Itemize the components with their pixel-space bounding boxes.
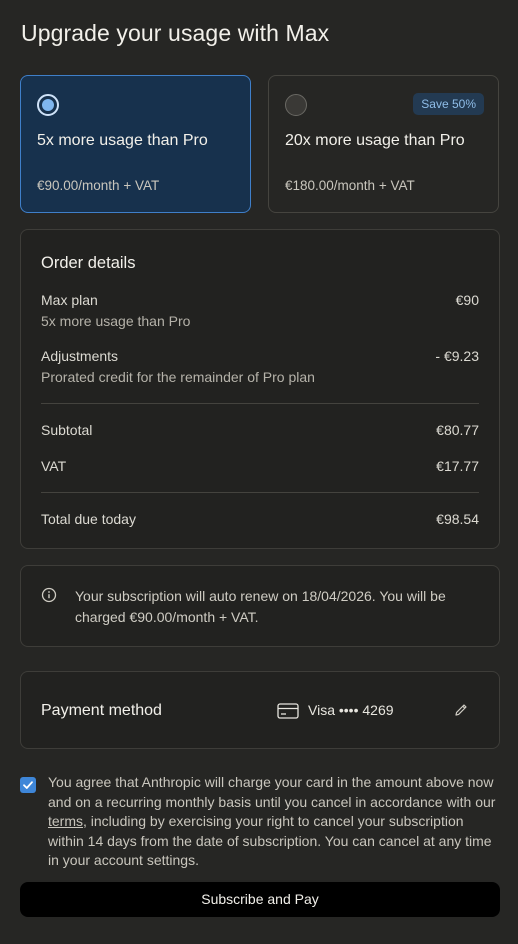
save-badge: Save 50% — [413, 93, 484, 115]
plan-name: 20x more usage than Pro — [285, 132, 465, 149]
renewal-notice-text: Your subscription will auto renew on 18/… — [75, 588, 446, 625]
total-label: Total due today — [41, 511, 136, 527]
renewal-notice: Your subscription will auto renew on 18/… — [20, 565, 500, 647]
adjustments-sub: Prorated credit for the remainder of Pro… — [41, 369, 315, 385]
consent-text-start: You agree that Anthropic will charge you… — [48, 774, 496, 810]
plan-name: 5x more usage than Pro — [37, 132, 208, 149]
vat-label: VAT — [41, 458, 67, 474]
adjustments-value: - €9.23 — [435, 348, 479, 364]
order-details-card: Order details Max plan €90 5x more usage… — [20, 229, 500, 549]
radio-selected[interactable] — [37, 94, 59, 116]
payment-method-label: Payment method — [41, 702, 162, 719]
plan-price: €90.00/month + VAT — [37, 178, 160, 193]
divider — [41, 403, 479, 404]
consent-checkbox[interactable] — [20, 777, 36, 793]
subtotal-value: €80.77 — [436, 422, 479, 438]
consent-text-end: , including by exercising your right to … — [48, 813, 492, 868]
card-details: Visa •••• 4269 — [308, 702, 394, 718]
page-title: Upgrade your usage with Max — [21, 20, 330, 46]
order-details-title: Order details — [41, 254, 136, 272]
payment-method-card: Payment method Visa •••• 4269 — [20, 671, 500, 749]
terms-link[interactable]: terms — [48, 813, 83, 829]
pencil-icon[interactable] — [453, 702, 469, 718]
total-value: €98.54 — [436, 511, 479, 527]
max-plan-value: €90 — [455, 292, 479, 308]
adjustments-label: Adjustments — [41, 348, 119, 364]
radio-unselected[interactable] — [285, 94, 307, 116]
subtotal-label: Subtotal — [41, 422, 93, 438]
max-plan-sub: 5x more usage than Pro — [41, 313, 191, 329]
info-icon — [41, 587, 57, 603]
plan-price: €180.00/month + VAT — [285, 178, 415, 193]
credit-card-icon — [277, 703, 299, 719]
divider — [41, 492, 479, 493]
vat-value: €17.77 — [436, 458, 479, 474]
max-plan-label: Max plan — [41, 292, 98, 308]
plan-option-20x[interactable]: Save 50% 20x more usage than Pro €180.00… — [268, 75, 499, 213]
subscribe-and-pay-button[interactable]: Subscribe and Pay — [20, 882, 500, 917]
consent-text: You agree that Anthropic will charge you… — [48, 773, 500, 871]
checkmark-icon — [23, 781, 33, 789]
plan-option-5x[interactable]: 5x more usage than Pro €90.00/month + VA… — [20, 75, 251, 213]
